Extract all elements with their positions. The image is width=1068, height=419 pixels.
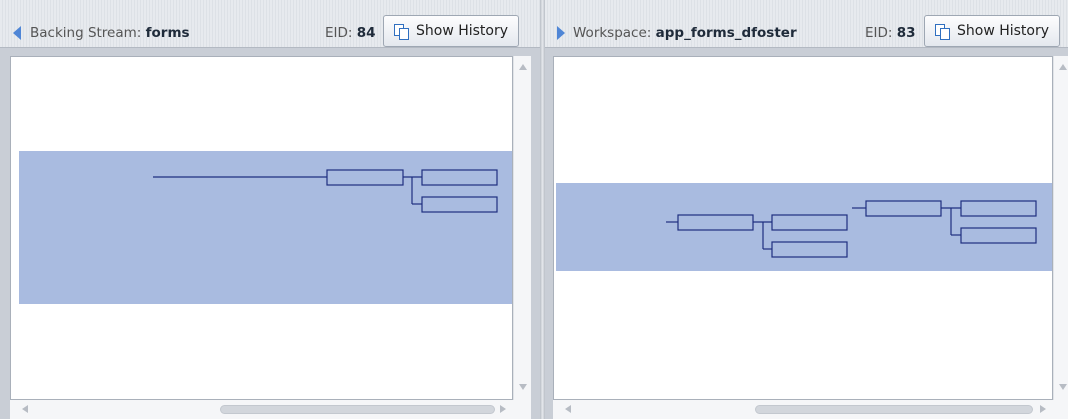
history-icon — [394, 24, 409, 40]
show-history-button[interactable]: Show History — [924, 15, 1061, 47]
scroll-down-icon[interactable] — [1059, 384, 1067, 390]
horizontal-scrollbar[interactable] — [553, 400, 1068, 419]
version-tree-diagram — [19, 151, 512, 304]
scrollbar-thumb[interactable] — [220, 405, 495, 414]
eid-value: 84 — [356, 25, 376, 41]
workspace-name: app_forms_dfoster — [655, 25, 797, 41]
pane-header: Backing Stream: forms EID: 84 Show Histo… — [0, 0, 540, 48]
workspace-label: Workspace: app_forms_dfoster — [573, 25, 797, 41]
expand-arrow-icon[interactable] — [557, 26, 565, 40]
scroll-right-icon[interactable] — [500, 405, 506, 413]
highlight-band — [19, 151, 512, 304]
vertical-scrollbar[interactable] — [1053, 56, 1068, 400]
history-icon — [935, 24, 950, 40]
stream-name: forms — [145, 25, 190, 41]
version-tree-viewport[interactable] — [553, 56, 1053, 400]
version-tree-viewport[interactable] — [10, 56, 513, 400]
eid-display: EID: 83 — [865, 25, 916, 41]
vertical-scrollbar[interactable] — [513, 56, 531, 400]
horizontal-scrollbar[interactable] — [10, 400, 531, 419]
collapse-arrow-icon[interactable] — [13, 26, 21, 40]
scroll-left-icon[interactable] — [565, 405, 571, 413]
show-history-button[interactable]: Show History — [383, 15, 520, 47]
highlight-band — [556, 183, 1052, 271]
scroll-up-icon[interactable] — [1059, 64, 1067, 70]
workspace-pane: Workspace: app_forms_dfoster EID: 83 Sho… — [545, 0, 1068, 419]
pane-header: Workspace: app_forms_dfoster EID: 83 Sho… — [545, 0, 1068, 48]
scroll-down-icon[interactable] — [519, 384, 527, 390]
eid-display: EID: 84 — [325, 25, 376, 41]
stream-label: Backing Stream: forms — [30, 25, 190, 41]
scroll-right-icon[interactable] — [1040, 405, 1046, 413]
version-tree-diagram — [556, 183, 1052, 271]
scroll-up-icon[interactable] — [519, 64, 527, 70]
scroll-left-icon[interactable] — [22, 405, 28, 413]
backing-stream-pane: Backing Stream: forms EID: 84 Show Histo… — [0, 0, 540, 419]
eid-value: 83 — [896, 25, 916, 41]
scrollbar-thumb[interactable] — [755, 405, 1033, 414]
